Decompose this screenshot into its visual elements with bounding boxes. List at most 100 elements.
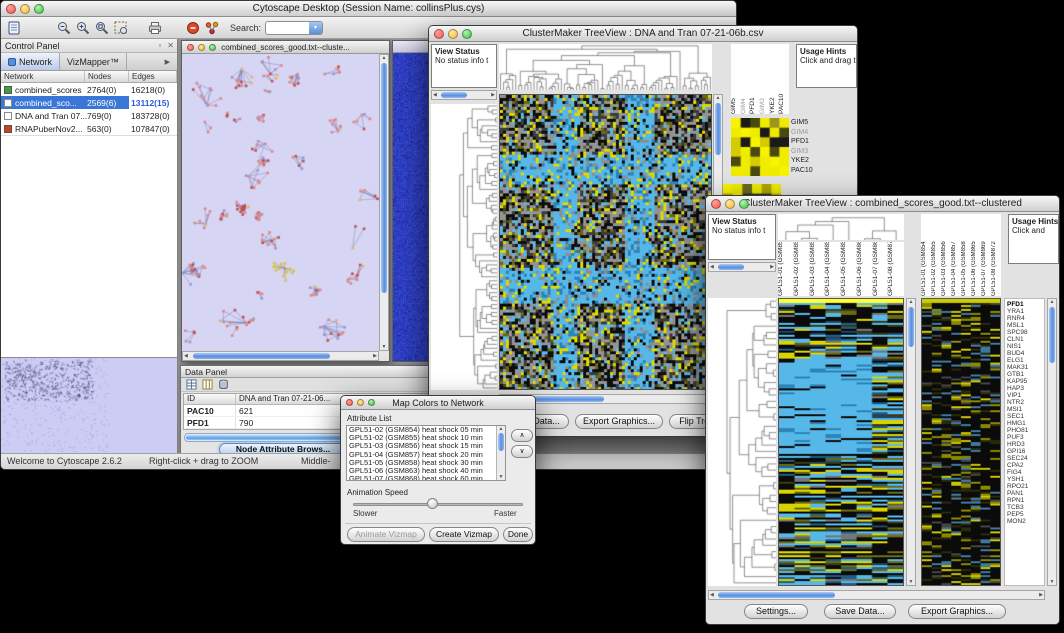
move-up-button[interactable]: ∧ bbox=[511, 429, 533, 442]
column-network[interactable]: Network bbox=[1, 71, 85, 82]
close-icon[interactable] bbox=[6, 4, 16, 14]
scroll-up-icon[interactable]: ▲ bbox=[1048, 299, 1056, 305]
treeview2-titlebar[interactable]: ClusterMaker TreeView : combined_scores_… bbox=[706, 196, 1059, 212]
status-hscrollbar[interactable]: ◀ ▶ bbox=[708, 262, 776, 272]
minimize-icon[interactable] bbox=[357, 399, 364, 406]
attribute-list-item[interactable]: GPL51-07 (GSM868) heat shock 60 min bbox=[347, 475, 505, 481]
scroll-down-icon[interactable]: ▼ bbox=[497, 474, 505, 480]
maximize-icon[interactable] bbox=[34, 4, 44, 14]
import-network-icon[interactable] bbox=[6, 20, 22, 36]
network-vscrollbar[interactable]: ▲ ▼ bbox=[379, 54, 389, 351]
minimize-icon[interactable] bbox=[20, 4, 30, 14]
birdseye-view[interactable] bbox=[1, 357, 177, 453]
treeview1-titlebar[interactable]: ClusterMaker TreeView : DNA and Tran 07-… bbox=[429, 26, 857, 42]
row-dendrogram-canvas[interactable] bbox=[708, 298, 776, 586]
close-icon[interactable] bbox=[346, 399, 353, 406]
close-icon[interactable] bbox=[187, 44, 194, 51]
birdseye-canvas[interactable] bbox=[1, 358, 176, 452]
treeview2-hscrollbar[interactable]: ◀ ▶ bbox=[708, 590, 1045, 600]
scroll-down-icon[interactable]: ▼ bbox=[907, 579, 915, 585]
close-icon[interactable] bbox=[711, 199, 721, 209]
scroll-down-icon[interactable]: ▼ bbox=[1048, 579, 1056, 585]
column-dendrogram-canvas[interactable] bbox=[499, 44, 712, 90]
column-dendrogram-canvas[interactable] bbox=[778, 214, 904, 240]
minimize-icon[interactable] bbox=[725, 199, 735, 209]
network-list-item[interactable]: combined_scores2764(0)16218(0) bbox=[1, 83, 177, 96]
scrollbar-thumb[interactable] bbox=[908, 307, 914, 347]
move-down-button[interactable]: ∨ bbox=[511, 445, 533, 458]
search-input[interactable]: ▾ bbox=[265, 21, 323, 35]
vizmapper-palette-icon[interactable] bbox=[204, 20, 220, 36]
zoom-out-icon[interactable] bbox=[56, 20, 72, 36]
maximize-icon[interactable] bbox=[368, 399, 375, 406]
scroll-right-icon[interactable]: ▶ bbox=[769, 263, 775, 271]
scroll-right-icon[interactable]: ▶ bbox=[490, 91, 496, 99]
scrollbar-thumb[interactable] bbox=[193, 353, 330, 359]
attribute-list[interactable]: GPL51-02 (GSM854) heat shock 05 minGPL51… bbox=[346, 425, 506, 481]
scroll-up-icon[interactable]: ▲ bbox=[380, 55, 388, 61]
network-list-item[interactable]: combined_sco...2569(6)13112(15) bbox=[1, 96, 177, 109]
settings-button[interactable]: Settings... bbox=[744, 604, 808, 619]
attribute-list-vscrollbar[interactable]: ▲ ▼ bbox=[496, 426, 505, 480]
scroll-up-icon[interactable]: ▲ bbox=[907, 299, 915, 305]
save-data-button[interactable]: Save Data... bbox=[824, 604, 896, 619]
close-icon[interactable] bbox=[434, 29, 444, 39]
node-attribute-browser-button[interactable]: Node Attribute Brows... bbox=[219, 443, 347, 453]
heatmap-canvas[interactable] bbox=[499, 94, 712, 390]
scroll-up-icon[interactable]: ▲ bbox=[714, 95, 722, 101]
network-hscrollbar[interactable]: ◀ ▶ bbox=[182, 351, 379, 361]
done-button[interactable]: Done bbox=[503, 527, 533, 542]
scrollbar-thumb[interactable] bbox=[441, 92, 467, 98]
dialog-titlebar[interactable]: Map Colors to Network bbox=[341, 396, 535, 410]
print-icon[interactable] bbox=[147, 20, 163, 36]
scrollbar-thumb[interactable] bbox=[718, 264, 744, 270]
create-vizmap-button[interactable]: Create Vizmap bbox=[429, 527, 499, 542]
scroll-up-icon[interactable]: ▲ bbox=[497, 426, 505, 432]
main-titlebar[interactable]: Cytoscape Desktop (Session Name: collins… bbox=[1, 1, 736, 17]
zoom-fit-icon[interactable] bbox=[94, 20, 110, 36]
scroll-right-icon[interactable]: ▶ bbox=[1038, 591, 1044, 599]
scroll-left-icon[interactable]: ◀ bbox=[709, 263, 715, 271]
heatmap-vscrollbar[interactable]: ▲ ▼ bbox=[906, 298, 916, 586]
network-view-window[interactable]: combined_scores_good.txt--cluste... ▲ ▼ … bbox=[181, 40, 390, 362]
heatmap-canvas[interactable] bbox=[778, 298, 904, 586]
animation-speed-slider-thumb[interactable] bbox=[427, 498, 438, 509]
select-attributes-icon[interactable] bbox=[202, 379, 213, 390]
scroll-left-icon[interactable]: ◀ bbox=[432, 91, 438, 99]
annotation-icon[interactable] bbox=[185, 20, 201, 36]
scrollbar-thumb[interactable] bbox=[498, 433, 504, 451]
scroll-right-icon[interactable]: ▶ bbox=[372, 352, 378, 360]
global-heatmap-canvas[interactable] bbox=[921, 298, 1001, 586]
minimize-icon[interactable] bbox=[448, 29, 458, 39]
maximize-icon[interactable] bbox=[462, 29, 472, 39]
attribute-grid-icon[interactable] bbox=[186, 379, 197, 390]
zoom-in-icon[interactable] bbox=[75, 20, 91, 36]
network-list-item[interactable]: DNA and Tran 07...769(0)183728(0) bbox=[1, 109, 177, 122]
status-hscrollbar[interactable]: ◀ ▶ bbox=[431, 90, 497, 100]
id-column-header[interactable]: ID bbox=[184, 394, 236, 404]
export-graphics-button[interactable]: Export Graphics... bbox=[575, 414, 663, 429]
scroll-left-icon[interactable]: ◀ bbox=[183, 352, 189, 360]
export-graphics-button[interactable]: Export Graphics... bbox=[908, 604, 1006, 619]
gene-list-vscrollbar[interactable]: ▲ ▼ bbox=[1047, 298, 1057, 586]
network-view-titlebar[interactable]: combined_scores_good.txt--cluste... bbox=[182, 41, 389, 54]
float-panel-icon[interactable]: ▫ bbox=[155, 41, 164, 50]
scroll-left-icon[interactable]: ◀ bbox=[709, 591, 715, 599]
database-icon[interactable] bbox=[218, 379, 229, 390]
close-panel-icon[interactable]: ✕ bbox=[164, 41, 177, 50]
minimize-icon[interactable] bbox=[198, 44, 205, 51]
column-edges[interactable]: Edges bbox=[129, 71, 177, 82]
scrollbar-thumb[interactable] bbox=[381, 63, 387, 293]
animate-vizmap-button[interactable]: Animate Vizmap bbox=[347, 527, 425, 542]
scrollbar-thumb[interactable] bbox=[715, 103, 721, 155]
zoom-selected-icon[interactable] bbox=[113, 20, 129, 36]
row-dendrogram-canvas[interactable] bbox=[431, 104, 497, 390]
scrollbar-thumb[interactable] bbox=[718, 592, 835, 598]
tab-network[interactable]: Network bbox=[1, 53, 60, 70]
tab-vizmapper[interactable]: VizMapper™ bbox=[60, 53, 127, 70]
column-nodes[interactable]: Nodes bbox=[85, 71, 129, 82]
tab-overflow-arrow[interactable]: ▶ bbox=[127, 53, 177, 70]
network-list-item[interactable]: RNAPuberNov2...563(0)107847(0) bbox=[1, 122, 177, 135]
correlation-matrix-canvas[interactable] bbox=[731, 118, 789, 176]
maximize-icon[interactable] bbox=[209, 44, 216, 51]
